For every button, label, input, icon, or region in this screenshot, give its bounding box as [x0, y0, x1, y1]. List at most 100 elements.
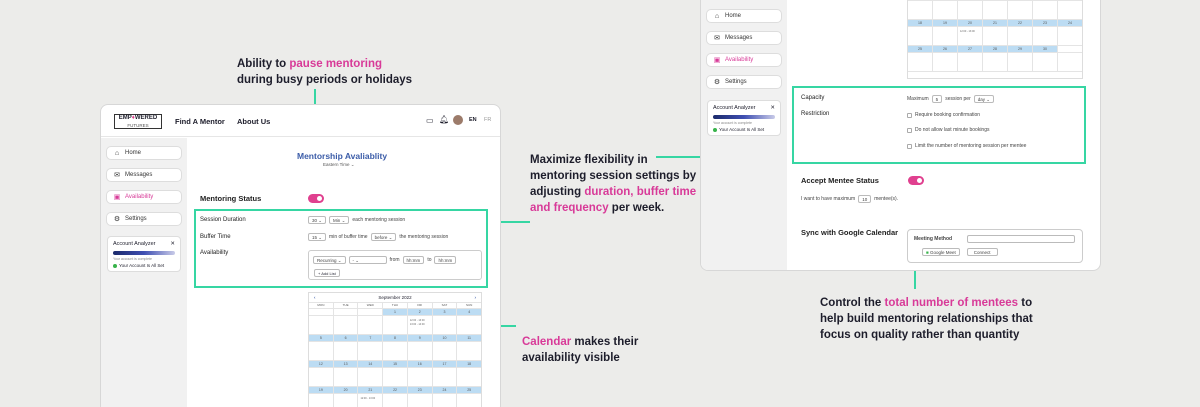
calendar-day-cell[interactable] [383, 368, 408, 387]
sidebar-item-messages[interactable]: ✉ Messages [706, 31, 782, 45]
calendar-day-cell[interactable] [358, 368, 384, 387]
calendar-day-cell[interactable] [1033, 27, 1058, 46]
nav-find-mentor[interactable]: Find A Mentor [175, 117, 225, 126]
calendar-date[interactable]: 7 [358, 335, 384, 342]
calendar-day-cell[interactable] [309, 316, 334, 335]
close-icon[interactable]: ✕ [770, 105, 775, 111]
chevron-left-icon[interactable]: ‹ [314, 295, 316, 300]
calendar-event[interactable]: 12:00 - 13:00 [360, 397, 375, 400]
calendar-day-cell[interactable] [457, 394, 481, 407]
nav-about-us[interactable]: About Us [237, 117, 270, 126]
calendar-day-cell[interactable] [1008, 53, 1033, 72]
timezone-select[interactable]: Eastern Time ⌄ [323, 162, 355, 168]
calendar-day-cell[interactable]: 12:00 - 13:00 [358, 394, 384, 407]
calendar-day-cell[interactable] [933, 53, 958, 72]
calendar-date[interactable]: 18 [457, 361, 482, 368]
calendar-day-cell[interactable] [983, 1, 1008, 20]
calendar-date[interactable]: 8 [383, 335, 408, 342]
calendar-date[interactable]: 26 [933, 46, 958, 53]
calendar-day-cell[interactable] [958, 53, 983, 72]
calendar-day-cell[interactable]: 12:00 - 13:00 13:00 - 14:00 [407, 316, 433, 335]
calendar-date[interactable]: 14 [358, 361, 384, 368]
lang-en[interactable]: EN [469, 117, 477, 123]
calendar-date[interactable]: 2 [407, 309, 433, 316]
calendar-date[interactable]: 21 [983, 20, 1008, 27]
calendar-day-cell[interactable] [309, 368, 334, 387]
sidebar-item-settings[interactable]: ⚙ Settings [106, 212, 182, 226]
calendar-day-cell[interactable] [1033, 53, 1058, 72]
calendar-date[interactable]: 25 [457, 387, 482, 394]
calendar-date[interactable]: 24 [1058, 20, 1082, 27]
calendar-day-cell[interactable] [908, 1, 933, 20]
sidebar-item-availability[interactable]: ▣ Availability [706, 53, 782, 67]
calendar-date[interactable] [358, 309, 384, 316]
max-mentee-input[interactable]: 10 [858, 195, 872, 203]
calendar-day-cell[interactable] [908, 27, 933, 46]
calendar-day-cell[interactable] [383, 394, 408, 407]
calendar-date[interactable]: 17 [432, 361, 458, 368]
calendar-day-cell[interactable] [309, 394, 334, 407]
calendar-day-cell[interactable] [1008, 27, 1033, 46]
sidebar-item-home[interactable]: ⌂ Home [706, 9, 782, 23]
calendar-day-cell[interactable] [358, 342, 384, 361]
calendar-date[interactable]: 20 [333, 387, 359, 394]
calendar-date[interactable] [1058, 46, 1082, 53]
calendar-day-cell[interactable] [1033, 1, 1058, 20]
sidebar-item-settings[interactable]: ⚙ Settings [706, 75, 782, 89]
meeting-method-input[interactable] [967, 235, 1076, 243]
calendar-day-cell[interactable] [457, 316, 482, 335]
calendar-date[interactable]: 24 [432, 387, 458, 394]
calendar-date[interactable]: 13 [333, 361, 359, 368]
calendar-day-cell[interactable] [333, 316, 359, 335]
calendar-day-cell[interactable]: 12:00 - 13:00 [958, 27, 983, 46]
calendar-day-cell[interactable] [333, 342, 359, 361]
calendar-day-cell[interactable] [983, 53, 1008, 72]
calendar-date[interactable]: 11 [457, 335, 482, 342]
calendar-date[interactable]: 28 [983, 46, 1008, 53]
calendar-event[interactable]: 12:00 - 13:00 [410, 319, 425, 322]
calendar-date[interactable]: 21 [358, 387, 384, 394]
calendar-day-cell[interactable] [457, 342, 482, 361]
calendar-day-cell[interactable] [432, 342, 458, 361]
calendar-date[interactable]: 19 [933, 20, 958, 27]
calendar-day-cell[interactable] [1008, 1, 1033, 20]
calendar-day-cell[interactable] [457, 368, 482, 387]
calendar-day-cell[interactable] [334, 394, 359, 407]
chevron-right-icon[interactable]: › [475, 295, 477, 300]
calendar-day-cell[interactable] [432, 316, 458, 335]
calendar-day-cell[interactable] [1058, 27, 1082, 46]
accept-mentee-toggle[interactable] [908, 176, 924, 185]
calendar-day-cell[interactable] [983, 27, 1008, 46]
calendar-day-cell[interactable] [383, 342, 408, 361]
sidebar-item-availability[interactable]: ▣ Availability [106, 190, 182, 204]
calendar-day-cell[interactable] [933, 1, 958, 20]
calendar-date[interactable]: 25 [908, 46, 933, 53]
calendar-date[interactable]: 9 [407, 335, 433, 342]
avatar[interactable] [453, 115, 463, 125]
calendar-date[interactable]: 22 [1008, 20, 1033, 27]
calendar-day-cell[interactable] [1058, 53, 1082, 72]
calendar-date[interactable]: 18 [908, 20, 933, 27]
calendar-day-cell[interactable] [407, 342, 433, 361]
calendar-date[interactable]: 22 [383, 387, 408, 394]
calendar-day-cell[interactable] [408, 394, 433, 407]
logo[interactable]: EMP♦WERED FUTURES [114, 114, 162, 129]
calendar-date[interactable]: 1 [383, 309, 408, 316]
calendar-date[interactable]: 29 [1008, 46, 1033, 53]
calendar-day-cell[interactable] [383, 316, 408, 335]
bell-icon[interactable]: 🔔︎ [439, 115, 449, 124]
calendar-date[interactable]: 20 [958, 20, 983, 27]
calendar-date[interactable]: 6 [333, 335, 359, 342]
chat-icon[interactable]: ▭ [426, 116, 434, 125]
calendar-date[interactable]: 4 [457, 309, 482, 316]
google-meet-option[interactable]: ■ Google Meet [922, 248, 960, 256]
calendar-date[interactable]: 23 [407, 387, 433, 394]
calendar-date[interactable]: 16 [407, 361, 433, 368]
calendar-date[interactable] [309, 309, 334, 316]
calendar-day-cell[interactable] [407, 368, 433, 387]
mentoring-status-toggle[interactable] [308, 194, 324, 203]
connect-button[interactable]: Connect [966, 248, 998, 256]
calendar-date[interactable]: 5 [309, 335, 334, 342]
calendar-date[interactable]: 15 [383, 361, 408, 368]
calendar-date[interactable]: 23 [1033, 20, 1058, 27]
